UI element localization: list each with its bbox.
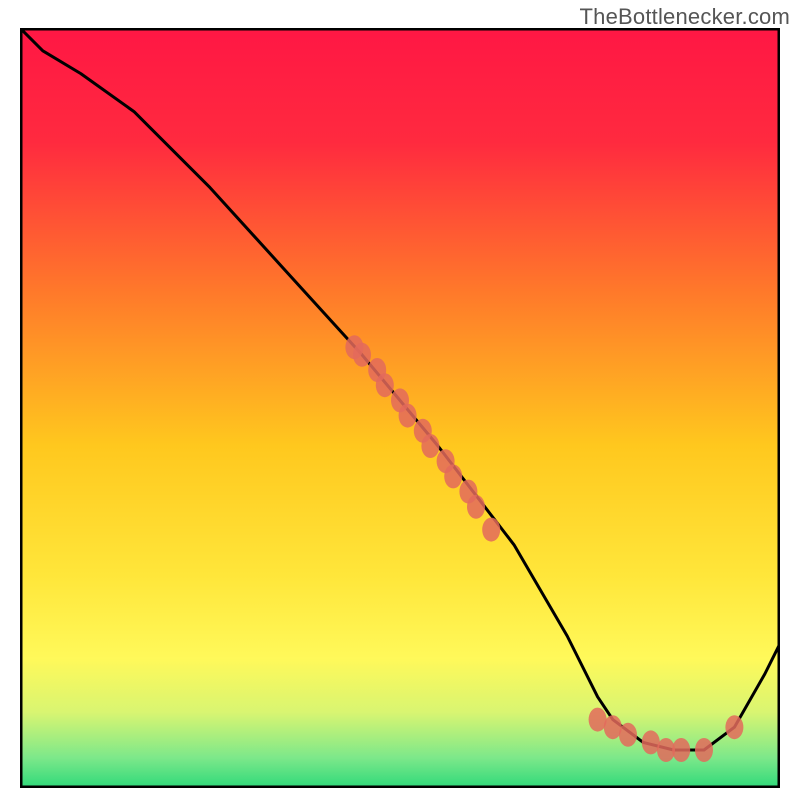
- scatter-point: [353, 343, 371, 367]
- chart-plot: [20, 28, 780, 788]
- scatter-point: [725, 715, 743, 739]
- chart-svg: [20, 28, 780, 788]
- scatter-point: [619, 723, 637, 747]
- chart-frame: TheBottlenecker.com: [0, 0, 800, 800]
- scatter-point: [376, 373, 394, 397]
- scatter-point: [695, 738, 713, 762]
- scatter-point: [444, 464, 462, 488]
- scatter-point: [421, 434, 439, 458]
- scatter-point: [672, 738, 690, 762]
- scatter-point: [399, 404, 417, 428]
- watermark-label: TheBottlenecker.com: [580, 4, 790, 30]
- scatter-point: [467, 495, 485, 519]
- scatter-point: [482, 518, 500, 542]
